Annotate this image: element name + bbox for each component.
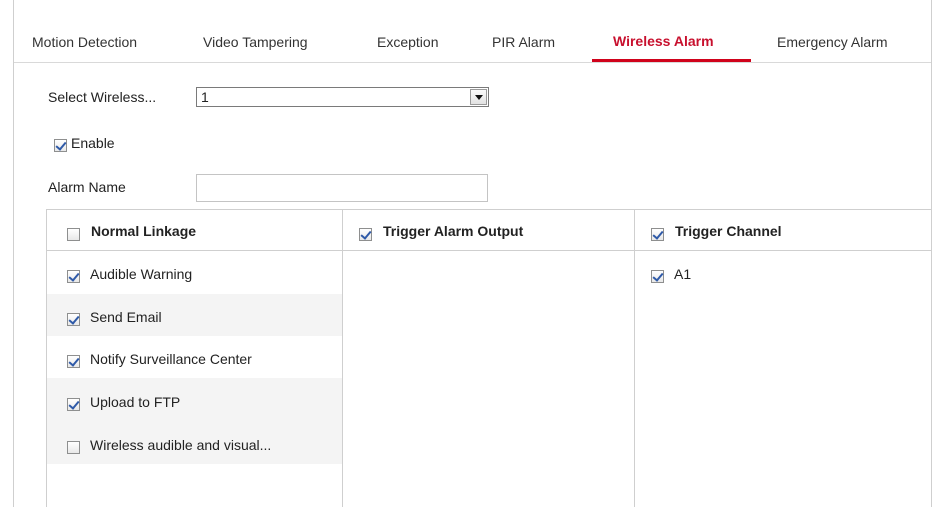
- channel-a1-label: A1: [674, 266, 692, 282]
- tab-motion-detection[interactable]: Motion Detection: [32, 22, 137, 63]
- wireless-select-value: 1: [201, 89, 209, 105]
- send-email-label: Send Email: [90, 309, 162, 325]
- active-tab-indicator: [592, 59, 751, 62]
- enable-checkbox[interactable]: [54, 139, 67, 152]
- normal-linkage-checkbox[interactable]: [67, 228, 80, 241]
- trigger-alarm-output-checkbox[interactable]: [359, 228, 372, 241]
- content-left-border: [13, 0, 14, 507]
- content-right-border: [931, 0, 932, 507]
- upload-to-ftp-label: Upload to FTP: [90, 394, 181, 410]
- trigger-channel-checkbox[interactable]: [651, 228, 664, 241]
- notify-surveillance-center-label: Notify Surveillance Center: [90, 351, 252, 367]
- tab-pir-alarm[interactable]: PIR Alarm: [492, 22, 555, 63]
- wireless-audible-visual-label: Wireless audible and visual...: [90, 437, 272, 453]
- notify-surveillance-center-checkbox[interactable]: [67, 355, 80, 368]
- alarm-name-input[interactable]: [196, 174, 488, 202]
- wireless-select[interactable]: 1: [196, 87, 489, 107]
- normal-linkage-header: Normal Linkage: [91, 223, 197, 239]
- column-divider: [634, 209, 635, 507]
- enable-label: Enable: [71, 135, 115, 151]
- audible-warning-label: Audible Warning: [90, 266, 193, 282]
- tab-video-tampering[interactable]: Video Tampering: [203, 22, 308, 63]
- column-divider: [342, 209, 343, 507]
- tab-emergency-alarm[interactable]: Emergency Alarm: [777, 22, 887, 63]
- tab-wireless-alarm[interactable]: Wireless Alarm: [613, 21, 714, 62]
- upload-to-ftp-checkbox[interactable]: [67, 398, 80, 411]
- send-email-checkbox[interactable]: [67, 313, 80, 326]
- chevron-down-icon[interactable]: [470, 89, 487, 105]
- alarm-name-label: Alarm Name: [48, 179, 126, 195]
- trigger-channel-header: Trigger Channel: [675, 223, 782, 239]
- audible-warning-checkbox[interactable]: [67, 270, 80, 283]
- wireless-audible-visual-checkbox[interactable]: [67, 441, 80, 454]
- select-wireless-label: Select Wireless...: [48, 89, 157, 105]
- trigger-alarm-output-header: Trigger Alarm Output: [383, 223, 524, 239]
- channel-a1-checkbox[interactable]: [651, 270, 664, 283]
- tab-exception[interactable]: Exception: [377, 22, 438, 63]
